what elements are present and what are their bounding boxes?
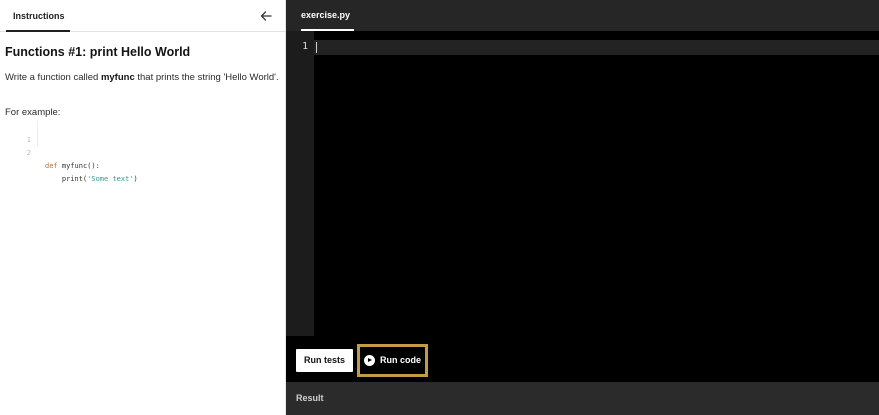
instructions-header: Instructions [0, 0, 286, 32]
tab-exercise-file[interactable]: exercise.py [301, 0, 350, 31]
editor-line-number: 1 [302, 41, 308, 52]
run-code-label: Run code [380, 355, 422, 365]
code-text: print('Some text') [45, 173, 138, 186]
description-text-post: that prints the string 'Hello World'. [134, 72, 279, 83]
arrow-left-icon[interactable] [258, 8, 274, 24]
tab-instructions[interactable]: Instructions [6, 0, 72, 32]
code-rest: myfunc(): [57, 162, 100, 170]
code-tail: ) [133, 175, 138, 183]
code-gutter-divider [37, 121, 38, 134]
result-panel[interactable]: Result [286, 382, 879, 415]
editor-panel: exercise.py 1 Run tests Run code Result [286, 0, 879, 415]
code-gutter-divider [37, 134, 38, 147]
editor-header: exercise.py [286, 0, 879, 31]
page-title: Functions #1: print Hello World [5, 45, 191, 59]
instructions-panel: Instructions Functions #1: print Hello W… [0, 0, 286, 415]
code-line: 1 def myfunc(): [5, 121, 100, 170]
play-icon [364, 355, 375, 366]
text-cursor [316, 42, 317, 53]
code-editor-input[interactable] [314, 40, 879, 55]
code-line-number: 2 [26, 149, 31, 157]
code-keyword: def [45, 162, 58, 170]
code-line: 2 print('Some text') [5, 134, 138, 183]
instructions-description: Write a function called myfunc that prin… [5, 71, 279, 86]
example-label: For example: [5, 107, 61, 118]
editor-gutter: 1 [286, 31, 314, 336]
result-label: Result [296, 393, 324, 403]
run-tests-button[interactable]: Run tests [296, 349, 353, 372]
description-text-pre: Write a function called [5, 72, 101, 83]
code-text: def myfunc(): [45, 160, 100, 173]
description-function-name: myfunc [100, 72, 135, 83]
code-example: 1 def myfunc(): 2 print('Some text') [5, 121, 138, 183]
code-string: 'Some text' [87, 175, 134, 183]
code-call: print( [45, 175, 88, 183]
run-code-button[interactable]: Run code [362, 349, 423, 372]
tab-active-indicator [6, 30, 70, 32]
